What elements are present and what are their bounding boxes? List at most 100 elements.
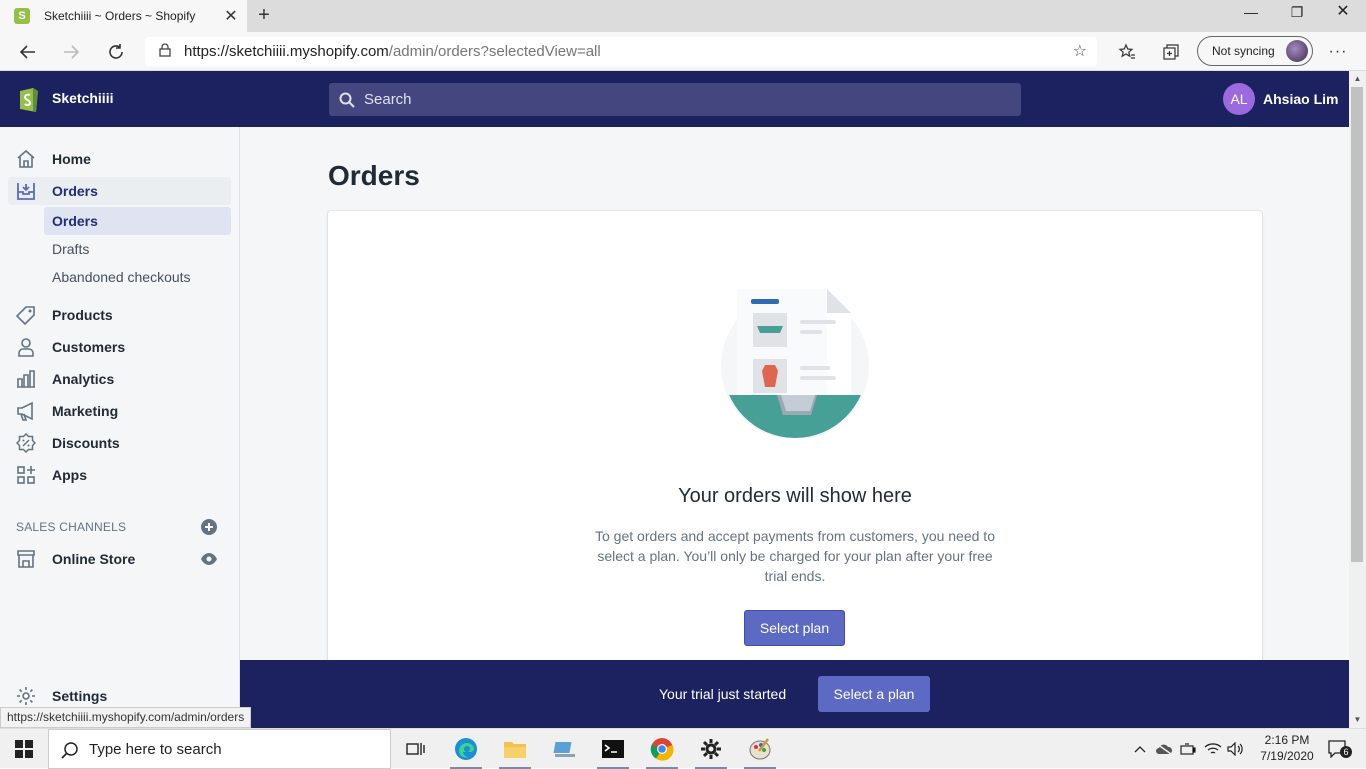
subitem-abandoned-checkouts[interactable]: Abandoned checkouts (44, 263, 231, 291)
chrome-icon[interactable] (642, 734, 682, 769)
favorite-star-icon[interactable]: ☆ (1073, 41, 1087, 61)
new-tab-button[interactable]: + (253, 4, 275, 28)
address-bar[interactable]: https://sketchiiii.myshopify.com/admin/o… (145, 37, 1097, 66)
megaphone-icon (17, 401, 33, 421)
forward-arrow-icon[interactable] (57, 38, 85, 66)
scrollbar-thumb[interactable] (1351, 87, 1363, 562)
task-view-icon[interactable] (396, 734, 436, 764)
subitem-drafts[interactable]: Drafts (44, 235, 231, 263)
sidebar-item-label: Apps (52, 467, 87, 483)
profile-avatar (1286, 40, 1308, 62)
sidebar-item-marketing[interactable]: Marketing (8, 397, 231, 425)
trial-banner: Your trial just started Select a plan (240, 660, 1349, 728)
sales-channels-heading: SALES CHANNELS (16, 520, 127, 534)
sidebar-item-apps[interactable]: Apps (8, 461, 231, 489)
empty-state-card: Your orders will show here To get orders… (328, 211, 1262, 671)
sidebar-item-settings[interactable]: Settings (8, 682, 231, 710)
settings-gear-icon[interactable] (691, 734, 731, 769)
sync-label: Not syncing (1212, 44, 1275, 58)
volume-icon[interactable] (1224, 734, 1248, 764)
edge-browser-icon[interactable] (446, 734, 486, 769)
close-tab-icon[interactable]: ✕ (223, 6, 239, 26)
orders-empty-illustration (721, 289, 869, 438)
shopify-logo-icon[interactable] (16, 84, 42, 114)
lock-icon (159, 42, 171, 61)
subitem-orders[interactable]: Orders (44, 207, 231, 235)
sync-status-button[interactable]: Not syncing (1197, 36, 1313, 66)
search-placeholder: Search (364, 91, 412, 108)
person-icon (18, 338, 34, 357)
sidebar-item-products[interactable]: Products (8, 301, 231, 329)
link-status-bar: https://sketchiiii.myshopify.com/admin/o… (0, 707, 252, 728)
shopify-favicon-icon: S (14, 8, 30, 24)
taskbar-search-input[interactable]: Type here to search (48, 729, 391, 769)
terminal-icon[interactable] (593, 734, 633, 769)
discount-icon (16, 433, 36, 453)
orders-icon (17, 183, 35, 200)
sidebar-item-orders[interactable]: Orders (8, 177, 231, 205)
sidebar-item-label: Online Store (52, 551, 136, 567)
wifi-icon[interactable] (1201, 734, 1225, 764)
tab-title: Sketchiiii ~ Orders ~ Shopify (44, 9, 196, 23)
show-hidden-icons-chevron-icon[interactable] (1128, 734, 1152, 764)
sidebar-item-discounts[interactable]: Discounts (8, 429, 231, 457)
favorites-icon[interactable] (1113, 38, 1141, 66)
clock-time: 2:16 PM (1264, 733, 1310, 747)
sidebar-item-analytics[interactable]: Analytics (8, 365, 231, 393)
computer-app-icon[interactable] (545, 734, 585, 764)
sidebar-item-label: Discounts (52, 435, 120, 451)
user-name[interactable]: Ahsiao Lim (1263, 91, 1338, 107)
browser-tab[interactable]: S Sketchiiii ~ Orders ~ Shopify ✕ (0, 0, 247, 32)
clock-date: 7/19/2020 (1260, 749, 1314, 763)
window-close-icon[interactable]: ✕ (1320, 0, 1366, 30)
search-icon (339, 92, 355, 108)
page-scrollbar[interactable]: ▲ ▼ (1349, 71, 1366, 728)
battery-plug-icon[interactable] (1176, 734, 1200, 764)
sidebar-item-label: Analytics (52, 371, 115, 387)
select-plan-button[interactable]: Select plan (744, 610, 845, 646)
view-store-eye-icon[interactable] (200, 551, 218, 572)
select-a-plan-button[interactable]: Select a plan (818, 676, 930, 712)
windows-taskbar: Type here to search 2:16 PM 7/19/2020 6 (0, 728, 1366, 769)
file-explorer-icon[interactable] (495, 734, 535, 769)
browser-tab-strip: S Sketchiiii ~ Orders ~ Shopify ✕ + — ❐ … (0, 0, 1366, 32)
tag-icon (16, 306, 35, 325)
url-path: /admin/orders?selectedView=all (388, 43, 601, 60)
refresh-icon[interactable] (102, 38, 130, 66)
trial-banner-text: Your trial just started (659, 686, 787, 702)
scroll-down-arrow-icon[interactable]: ▼ (1349, 712, 1366, 728)
system-clock[interactable]: 2:16 PM 7/19/2020 (1255, 732, 1319, 764)
notification-count-badge: 6 (1340, 746, 1352, 758)
url-host: https://sketchiiii.myshopify.com (184, 43, 389, 60)
sidebar-item-customers[interactable]: Customers (8, 333, 231, 361)
restore-icon[interactable]: ❐ (1274, 0, 1320, 30)
cloud-sync-icon[interactable] (1152, 734, 1176, 764)
sidebar: Home Orders Orders Drafts Abandoned chec… (0, 127, 240, 728)
search-input[interactable]: Search (329, 83, 1021, 116)
collections-icon[interactable] (1157, 38, 1185, 66)
add-channel-icon[interactable] (201, 519, 217, 540)
store-name[interactable]: Sketchiiii (52, 90, 113, 106)
bar-chart-icon (17, 370, 35, 388)
taskbar-search-placeholder: Type here to search (89, 740, 222, 758)
avatar[interactable]: AL (1223, 83, 1255, 115)
home-icon (17, 149, 35, 168)
apps-icon (17, 466, 35, 484)
more-options-icon[interactable]: ··· (1324, 38, 1352, 66)
minimize-icon[interactable]: — (1228, 0, 1274, 30)
sidebar-item-online-store[interactable]: Online Store (8, 545, 231, 573)
sidebar-item-label: Products (52, 307, 113, 323)
sidebar-item-home[interactable]: Home (8, 145, 231, 173)
sidebar-item-label: Customers (52, 339, 126, 355)
scroll-up-arrow-icon[interactable]: ▲ (1349, 71, 1366, 87)
empty-state-description: To get orders and accept payments from c… (595, 528, 995, 584)
paint-app-icon[interactable] (740, 734, 780, 769)
back-arrow-icon[interactable] (14, 38, 42, 66)
page-title: Orders (328, 160, 420, 191)
notification-center-icon[interactable]: 6 (1318, 734, 1358, 764)
windows-start-icon[interactable] (4, 734, 44, 764)
gear-icon (17, 687, 35, 705)
sidebar-item-label: Orders (52, 183, 98, 199)
shopify-top-bar: Sketchiiii Search AL Ahsiao Lim (0, 71, 1349, 127)
empty-state-title: Your orders will show here (678, 485, 912, 507)
